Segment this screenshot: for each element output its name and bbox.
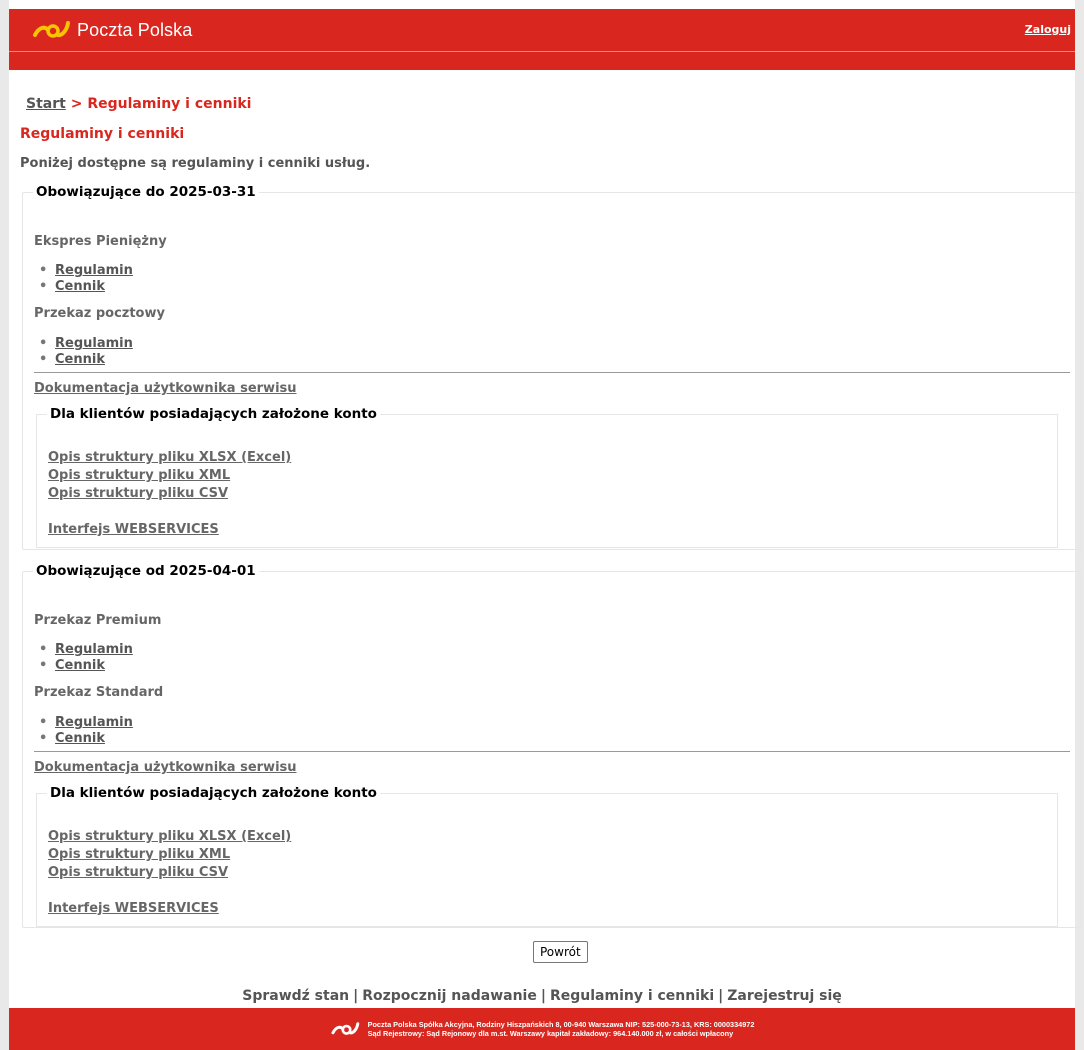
section-legend: Obowiązujące od 2025-04-01 bbox=[36, 563, 256, 579]
divider bbox=[34, 372, 1070, 373]
service-title-przekaz-premium: Przekaz Premium bbox=[34, 613, 162, 628]
regulamin-link[interactable]: Regulamin bbox=[55, 336, 133, 351]
list-item: • Cennik bbox=[39, 731, 105, 746]
regulamin-link[interactable]: Regulamin bbox=[55, 263, 133, 278]
header-bar: Poczta Polska Zaloguj bbox=[9, 9, 1075, 52]
account-clients-group: Dla klientów posiadających założone kont… bbox=[36, 406, 1058, 548]
footer-link-check-status[interactable]: Sprawdź stan bbox=[242, 988, 349, 1004]
service-links-list: • Regulamin • Cennik bbox=[39, 715, 133, 747]
service-links-list: • Regulamin • Cennik bbox=[39, 336, 133, 368]
divider bbox=[34, 751, 1070, 752]
footer-bar: Poczta Polska Spółka Akcyjna, Rodziny Hi… bbox=[9, 1008, 1075, 1050]
company-info-line-1: Poczta Polska Spółka Akcyjna, Rodziny Hi… bbox=[367, 1020, 755, 1029]
poczta-polska-horn-logo-icon bbox=[33, 21, 70, 38]
section-valid-from-2025-04-01: Obowiązujące od 2025-04-01 Przekaz Premi… bbox=[22, 563, 1082, 928]
csv-structure-link[interactable]: Opis struktury pliku CSV bbox=[48, 865, 228, 880]
company-info: Poczta Polska Spółka Akcyjna, Rodziny Hi… bbox=[368, 1020, 755, 1038]
service-title-ekspres-pieniezny: Ekspres Pieniężny bbox=[34, 234, 167, 249]
section-legend: Obowiązujące do 2025-03-31 bbox=[36, 184, 256, 200]
service-title-przekaz-pocztowy: Przekaz pocztowy bbox=[34, 306, 165, 321]
xml-structure-link[interactable]: Opis struktury pliku XML bbox=[48, 468, 230, 483]
xlsx-structure-link[interactable]: Opis struktury pliku XLSX (Excel) bbox=[48, 829, 291, 844]
page-title: Regulaminy i cenniki bbox=[20, 126, 185, 142]
inner-legend: Dla klientów posiadających założone kont… bbox=[50, 406, 377, 422]
list-item: • Regulamin bbox=[39, 642, 133, 657]
footer-nav: Sprawdź stan | Rozpocznij nadawanie | Regula… bbox=[9, 988, 1075, 1004]
footer-link-register[interactable]: Zarejestruj się bbox=[727, 988, 842, 1004]
regulamin-link[interactable]: Regulamin bbox=[55, 715, 133, 730]
inner-legend: Dla klientów posiadających założone kont… bbox=[50, 785, 377, 801]
brand-name: Poczta Polska bbox=[77, 19, 193, 40]
list-item: • Cennik bbox=[39, 352, 105, 367]
list-item: • Regulamin bbox=[39, 336, 133, 351]
footer-nav-separator: | bbox=[353, 988, 359, 1004]
company-info-line-2: Sąd Rejestrowy: Sąd Rejonowy dla m.st. W… bbox=[367, 1029, 734, 1038]
list-item: • Cennik bbox=[39, 279, 105, 294]
page: Poczta Polska Zaloguj Start > Regulaminy… bbox=[9, 0, 1082, 1050]
breadcrumb-current: Regulaminy i cenniki bbox=[87, 96, 252, 112]
user-documentation-link[interactable]: Dokumentacja użytkownika serwisu bbox=[34, 760, 297, 775]
header-subbar bbox=[9, 52, 1075, 70]
regulamin-link[interactable]: Regulamin bbox=[55, 642, 133, 657]
section-valid-until-2025-03-31: Obowiązujące do 2025-03-31 Ekspres Pieni… bbox=[22, 184, 1082, 550]
csv-structure-link[interactable]: Opis struktury pliku CSV bbox=[48, 486, 228, 501]
breadcrumb-start-link[interactable]: Start bbox=[26, 96, 66, 112]
footer-nav-separator: | bbox=[540, 988, 546, 1004]
list-item: • Regulamin bbox=[39, 263, 133, 278]
back-button[interactable]: Powrót bbox=[533, 941, 588, 963]
login-link[interactable]: Zaloguj bbox=[1025, 23, 1071, 36]
service-links-list: • Regulamin • Cennik bbox=[39, 263, 133, 295]
footer-link-start-sending[interactable]: Rozpocznij nadawanie bbox=[362, 988, 537, 1004]
footer-link-terms-pricing[interactable]: Regulaminy i cenniki bbox=[550, 988, 714, 1004]
webservices-link[interactable]: Interfejs WEBSERVICES bbox=[48, 901, 219, 916]
page-intro: Poniżej dostępne są regulaminy i cenniki… bbox=[20, 156, 371, 171]
list-item: • Cennik bbox=[39, 658, 105, 673]
service-title-przekaz-standard: Przekaz Standard bbox=[34, 685, 164, 700]
service-links-list: • Regulamin • Cennik bbox=[39, 642, 133, 674]
list-item: • Regulamin bbox=[39, 715, 133, 730]
footer-nav-separator: | bbox=[718, 988, 724, 1004]
cennik-link[interactable]: Cennik bbox=[55, 731, 105, 746]
account-clients-group: Dla klientów posiadających założone kont… bbox=[36, 785, 1058, 927]
xlsx-structure-link[interactable]: Opis struktury pliku XLSX (Excel) bbox=[48, 450, 291, 465]
brand-logo[interactable]: Poczta Polska bbox=[31, 18, 192, 42]
breadcrumb-separator: > bbox=[70, 96, 83, 112]
user-documentation-link[interactable]: Dokumentacja użytkownika serwisu bbox=[34, 381, 297, 396]
breadcrumb: Start > Regulaminy i cenniki bbox=[26, 96, 251, 112]
xml-structure-link[interactable]: Opis struktury pliku XML bbox=[48, 847, 230, 862]
poczta-polska-horn-logo-icon bbox=[331, 1022, 359, 1035]
webservices-link[interactable]: Interfejs WEBSERVICES bbox=[48, 522, 219, 537]
cennik-link[interactable]: Cennik bbox=[55, 658, 105, 673]
cennik-link[interactable]: Cennik bbox=[55, 279, 105, 294]
cennik-link[interactable]: Cennik bbox=[55, 352, 105, 367]
